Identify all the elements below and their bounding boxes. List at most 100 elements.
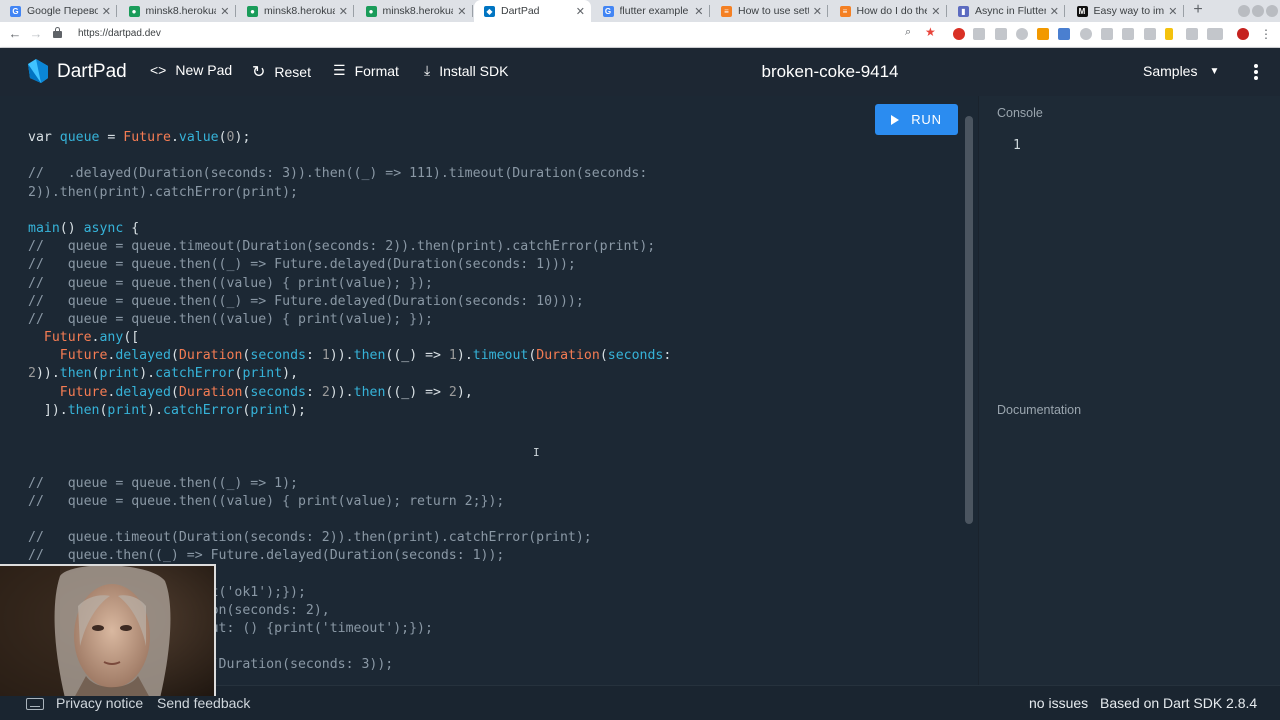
close-window-button[interactable]	[1266, 5, 1278, 17]
code-line[interactable]: // queue.then((_) => Future.delayed(Dura…	[28, 547, 671, 565]
close-tab-icon[interactable]: ✕	[1168, 5, 1177, 18]
code-line[interactable]: var queue = Future.value(0);	[28, 129, 671, 147]
extension-icon[interactable]	[1080, 28, 1092, 40]
extension-icon[interactable]	[1016, 28, 1028, 40]
code-line[interactable]: // queue.timeout(Duration(seconds: 2)).t…	[28, 529, 671, 547]
webcam-overlay	[0, 564, 216, 696]
code-line[interactable]	[28, 202, 671, 220]
pad-name[interactable]: broken-coke-9414	[0, 62, 1280, 82]
code-line[interactable]: Future.any([	[28, 329, 671, 347]
code-line[interactable]: main() async {	[28, 220, 671, 238]
forward-arrow-icon[interactable]: →	[28, 26, 44, 42]
browser-tab-title: Google Перевод	[27, 5, 98, 17]
code-token: Future	[123, 130, 171, 145]
code-line[interactable]: // .delayed(Duration(seconds: 3)).then((…	[28, 165, 671, 183]
code-line[interactable]	[28, 456, 671, 474]
extension-icon[interactable]	[1122, 28, 1134, 40]
extension-icon[interactable]	[1186, 28, 1198, 40]
code-token: print	[99, 366, 140, 382]
code-line[interactable]	[28, 420, 671, 438]
close-tab-icon[interactable]: ✕	[457, 5, 466, 18]
code-line[interactable]: Future.delayed(Duration(seconds: 1)).the…	[28, 347, 672, 365]
code-line[interactable]	[28, 438, 671, 456]
code-line[interactable]: // queue = queue.then((value) { print(va…	[28, 275, 671, 293]
code-token: delayed	[115, 384, 171, 400]
code-line[interactable]: // queue = queue.then((value) { print(va…	[28, 493, 671, 511]
code-token: ]).	[28, 402, 68, 418]
browser-tab[interactable]: Gflutter example ✕	[593, 0, 710, 22]
back-arrow-icon[interactable]: ←	[7, 26, 23, 42]
more-menu-icon[interactable]	[1248, 62, 1264, 82]
run-button[interactable]: RUN	[875, 104, 958, 135]
minimize-window-button[interactable]	[1238, 5, 1250, 17]
code-token: // queue = queue.then((value) { print(va…	[28, 311, 433, 327]
browser-tab[interactable]: ●minsk8.herokuapp✕	[119, 0, 236, 22]
code-token: ).	[139, 366, 156, 382]
dartpad-header: DartPad <> New Pad ↻ Reset ☰ Format ⤓ In…	[0, 48, 1280, 96]
code-line[interactable]: // queue = queue.timeout(Duration(second…	[28, 238, 671, 256]
browser-menu-icon[interactable]: ⋮	[1258, 26, 1274, 42]
code-line[interactable]: // queue = queue.then((_) => 1);	[28, 475, 671, 493]
code-line[interactable]: // queue = queue.then((_) => Future.dela…	[28, 293, 671, 311]
code-line[interactable]: // queue = queue.then((value) { print(va…	[28, 311, 671, 329]
close-tab-icon[interactable]: ✕	[813, 5, 822, 18]
code-token: )).	[329, 384, 354, 400]
samples-dropdown[interactable]: Samples ▼	[1143, 63, 1219, 79]
code-token: // queue = queue.then((_) => Future.dela…	[28, 293, 584, 309]
code-line[interactable]: Future.delayed(Duration(seconds: 2)).the…	[28, 384, 671, 402]
url-field[interactable]: https://dartpad.dev	[78, 28, 161, 39]
close-tab-icon[interactable]: ✕	[931, 5, 940, 18]
browser-tab[interactable]: ▮ Async in Flutter ✕	[948, 0, 1065, 22]
code-line[interactable]: 2)).then(print).catchError(print),	[28, 365, 671, 383]
extension-icon[interactable]	[1207, 28, 1223, 40]
send-feedback-link[interactable]: Send feedback	[157, 695, 250, 711]
browser-tab[interactable]: ≡ How to use setti ✕	[711, 0, 828, 22]
code-line[interactable]: // queue = queue.then((_) => Future.dela…	[28, 256, 671, 274]
extension-icon[interactable]	[1058, 28, 1070, 40]
code-token: seconds	[607, 348, 664, 364]
extension-icon[interactable]	[973, 28, 985, 40]
zoom-icon[interactable]: ⌕	[905, 26, 917, 38]
code-line[interactable]	[28, 147, 671, 165]
code-token: 1	[321, 348, 330, 364]
extension-icon[interactable]	[1237, 28, 1249, 40]
keyboard-icon[interactable]	[26, 698, 44, 710]
code-token: print	[242, 366, 283, 382]
adblock-icon[interactable]	[953, 28, 965, 40]
code-token: timeout	[472, 348, 529, 364]
close-tab-icon[interactable]: ✕	[694, 5, 703, 18]
code-token: var	[28, 130, 60, 145]
extension-icon[interactable]	[1037, 28, 1049, 40]
bookmark-star-icon[interactable]: ★	[925, 25, 937, 39]
code-token: 2	[28, 366, 36, 382]
presenter-video-image	[0, 566, 214, 696]
editor-scrollbar[interactable]	[965, 116, 973, 524]
text-cursor-icon: I	[533, 446, 540, 459]
close-tab-icon[interactable]: ✕	[339, 5, 348, 18]
samples-label: Samples	[1143, 63, 1198, 79]
extension-icon[interactable]	[1144, 28, 1156, 40]
code-line[interactable]: 2)).then(print).catchError(print);	[28, 184, 671, 202]
browser-tab[interactable]: ≡ How do I do the ✕	[830, 0, 947, 22]
browser-tab[interactable]: M Easy way to imp ✕	[1067, 0, 1184, 22]
close-tab-icon[interactable]: ✕	[220, 5, 229, 18]
code-token: // queue = queue.timeout(Duration(second…	[28, 239, 656, 255]
close-tab-icon[interactable]: ✕	[576, 5, 585, 18]
close-tab-icon[interactable]: ✕	[102, 5, 111, 18]
browser-tab[interactable]: ●minsk8.herokuapp✕	[237, 0, 354, 22]
tab-separator	[945, 5, 947, 17]
new-tab-button[interactable]: +	[1190, 1, 1206, 21]
browser-tab[interactable]: G Google Перевод ✕	[0, 0, 117, 22]
extension-icon[interactable]	[1101, 28, 1113, 40]
extension-icon[interactable]	[1165, 28, 1173, 40]
browser-tab[interactable]: ●minsk8.herokuapp✕	[356, 0, 473, 22]
code-line[interactable]: ]).then(print).catchError(print);	[28, 402, 671, 420]
privacy-notice-link[interactable]: Privacy notice	[56, 695, 143, 711]
extension-icon[interactable]	[995, 28, 1007, 40]
maximize-window-button[interactable]	[1252, 5, 1264, 17]
browser-tab[interactable]: ◆ DartPad ✕	[474, 0, 591, 22]
close-tab-icon[interactable]: ✕	[1050, 5, 1059, 18]
code-line[interactable]	[28, 511, 671, 529]
browser-tab-title: How do I do the	[856, 5, 928, 17]
code-token: ([	[123, 330, 140, 346]
